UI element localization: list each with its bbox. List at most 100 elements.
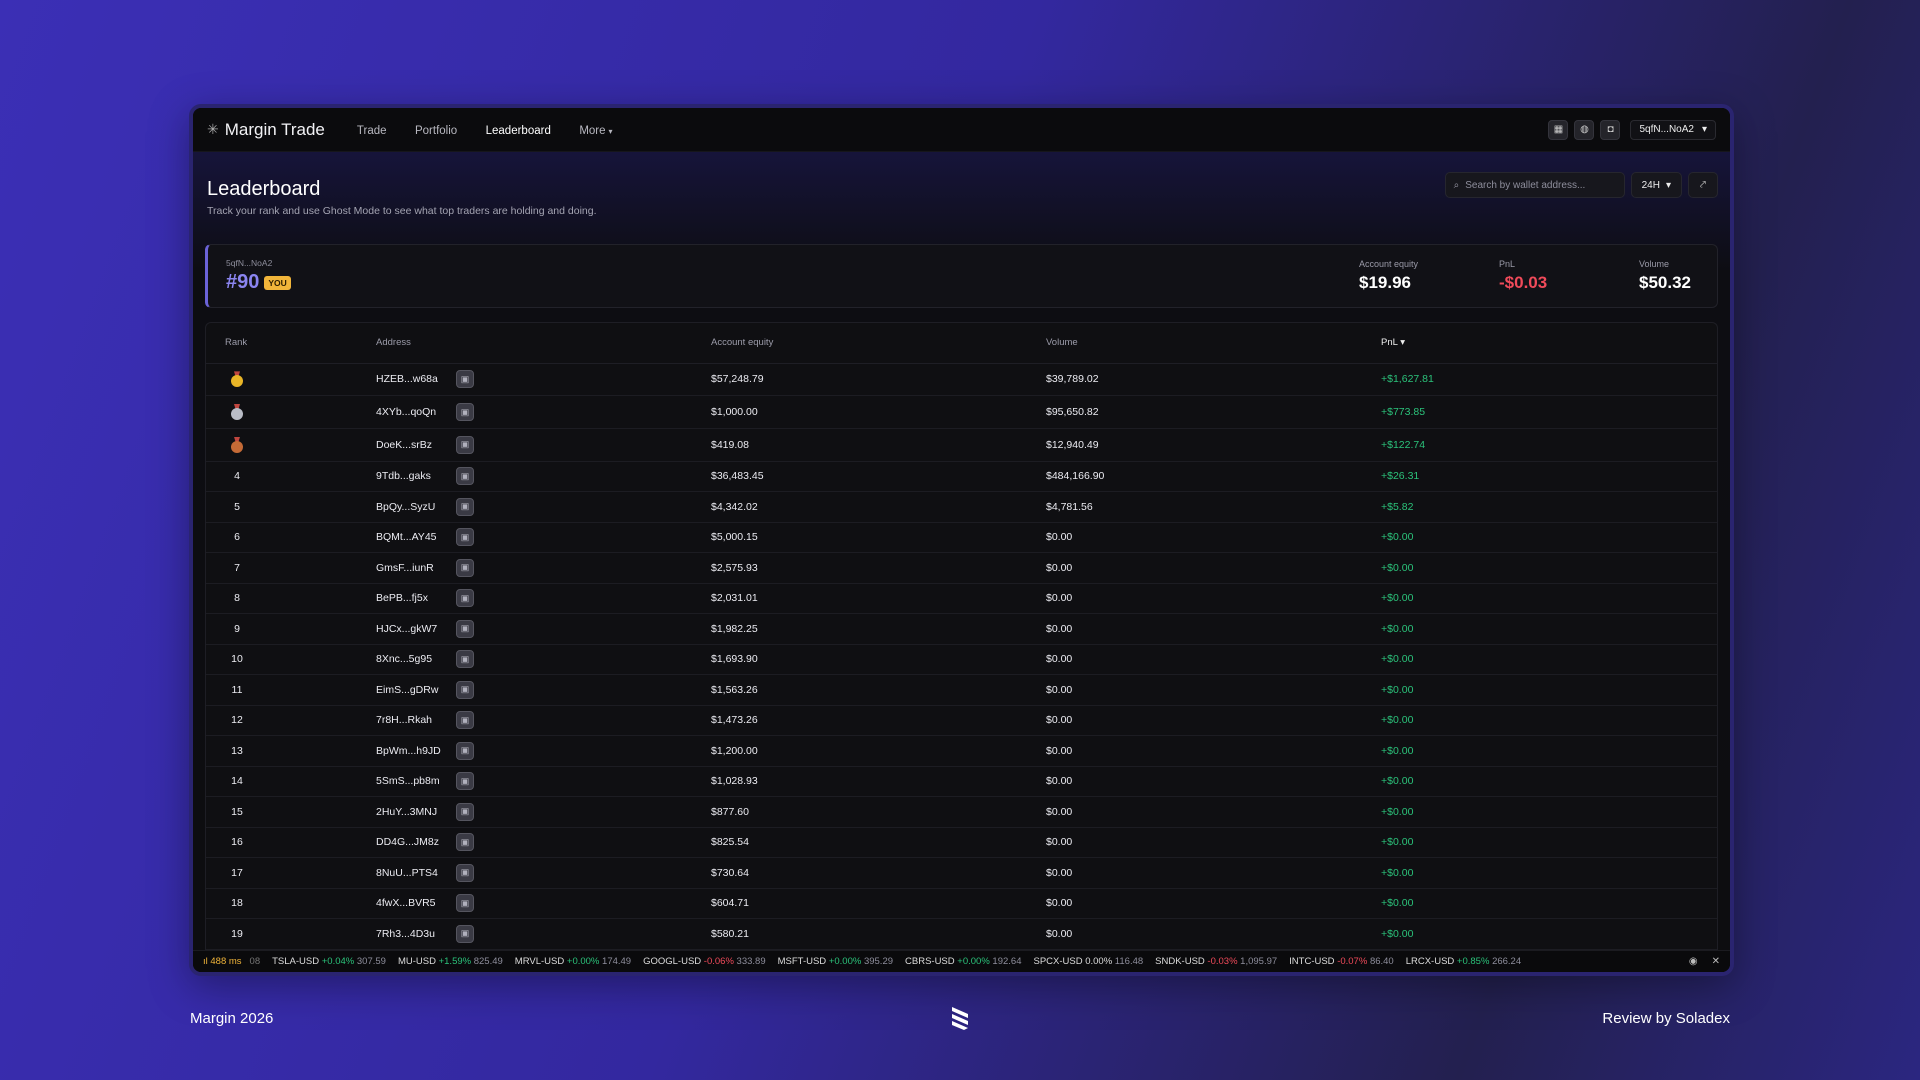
table-row[interactable]: DoeK...srBz ▣ $419.08 $12,940.49 +$122.7… [206,428,1717,462]
table-row[interactable]: 10 8Xnc...5g95 ▣ $1,693.90 $0.00 +$0.00 [206,644,1717,676]
brand[interactable]: ✳ Margin Trade [207,120,325,140]
wallet-address[interactable]: 8NuU...PTS4 [376,867,456,879]
ticker-item[interactable]: SPCX-USD 0.00% 116.48 [1033,956,1143,967]
gold-medal-icon [231,371,243,388]
ticker-item[interactable]: TSLA-USD +0.04% 307.59 [272,956,386,967]
ticker-item[interactable]: MU-USD +1.59% 825.49 [398,956,503,967]
period-select[interactable]: 24H ▾ [1630,172,1682,198]
ghost-mode-icon[interactable]: ▣ [456,467,474,486]
table-row[interactable]: 11 EimS...gDRw ▣ $1,563.26 $0.00 +$0.00 [206,674,1717,706]
ghost-mode-icon[interactable]: ▣ [456,680,474,699]
wallet-address[interactable]: 7Rh3...4D3u [376,928,456,940]
ticker-item[interactable]: MRVL-USD +0.00% 174.49 [515,956,631,967]
nav-portfolio[interactable]: Portfolio [415,125,457,137]
wallet-address[interactable]: HZEB...w68a [376,373,456,385]
ticker-change: +0.04% [321,956,355,967]
your-address: 5qfN...NoA2 [226,258,273,268]
ghost-mode-icon[interactable]: ▣ [456,711,474,730]
table-row[interactable]: 17 8NuU...PTS4 ▣ $730.64 $0.00 +$0.00 [206,857,1717,889]
globe-icon[interactable]: ◍ [1574,119,1595,140]
table-row[interactable]: 4XYb...qoQn ▣ $1,000.00 $95,650.82 +$773… [206,395,1717,429]
ghost-mode-icon[interactable]: ▣ [456,863,474,882]
table-row[interactable]: 14 5SmS...pb8m ▣ $1,028.93 $0.00 +$0.00 [206,766,1717,798]
ghost-mode-icon[interactable]: ▣ [456,497,474,516]
ghost-mode-icon[interactable]: ▣ [456,370,474,389]
wallet-address[interactable]: 5SmS...pb8m [376,775,456,787]
wallet-address[interactable]: 4XYb...qoQn [376,406,456,418]
wallet-address[interactable]: GmsF...iunR [376,562,456,574]
equity-cell: $1,000.00 [711,395,1046,429]
ticker-item[interactable]: CBRS-USD +0.00% 192.64 [905,956,1021,967]
rank-cell: 6 [206,522,376,554]
header-equity: Account equity [711,323,1046,364]
nav-trade[interactable]: Trade [357,125,387,137]
table-row[interactable]: HZEB...w68a ▣ $57,248.79 $39,789.02 +$1,… [206,363,1717,397]
table-row[interactable]: 9 HJCx...gkW7 ▣ $1,982.25 $0.00 +$0.00 [206,613,1717,645]
ticker-item[interactable]: GOOGL-USD -0.06% 333.89 [643,956,766,967]
table-row[interactable]: 7 GmsF...iunR ▣ $2,575.93 $0.00 +$0.00 [206,552,1717,584]
ticker-item[interactable]: MSFT-USD +0.00% 395.29 [778,956,893,967]
ghost-mode-icon[interactable]: ▣ [456,772,474,791]
wallet-address[interactable]: DoeK...srBz [376,439,456,451]
rank-cell [206,395,376,429]
wallet-address[interactable]: 7r8H...Rkah [376,714,456,726]
ghost-mode-icon[interactable]: ▣ [456,528,474,547]
table-row[interactable]: 8 BePB...fj5x ▣ $2,031.01 $0.00 +$0.00 [206,583,1717,615]
discord-icon[interactable]: ◉ [1689,956,1698,967]
wallet-address[interactable]: DD4G...JM8z [376,836,456,848]
sparkle-logo-icon: ✳ [207,121,219,137]
calendar-icon[interactable]: ▦ [1548,119,1569,140]
ghost-mode-icon[interactable]: ▣ [456,619,474,638]
ghost-mode-icon[interactable]: ▣ [456,403,474,422]
ghost-mode-icon[interactable]: ▣ [456,741,474,760]
bronze-medal-icon [231,436,243,453]
wallet-address[interactable]: BpQy...SyzU [376,501,456,513]
table-row[interactable]: 18 4fwX...BVR5 ▣ $604.71 $0.00 +$0.00 [206,888,1717,920]
ghost-mode-icon[interactable]: ▣ [456,589,474,608]
equity-cell: $825.54 [711,827,1046,859]
ghost-mode-icon[interactable]: ▣ [456,802,474,821]
ghost-mode-icon[interactable]: ▣ [456,650,474,669]
address-cell: 5SmS...pb8m ▣ [376,766,711,798]
x-icon[interactable]: ✕ [1712,956,1720,967]
nav-leaderboard[interactable]: Leaderboard [486,125,551,137]
price-ticker: ıl 488 ms 08 TSLA-USD +0.04% 307.59 MU-US… [193,950,1730,972]
wallet-address[interactable]: 4fwX...BVR5 [376,897,456,909]
wallet-address[interactable]: BpWm...h9JD [376,745,456,757]
table-row[interactable]: 19 7Rh3...4D3u ▣ $580.21 $0.00 +$0.00 [206,918,1717,950]
ghost-mode-icon[interactable]: ▣ [456,833,474,852]
ghost-mode-icon[interactable]: ▣ [456,435,474,454]
table-row[interactable]: 6 BQMt...AY45 ▣ $5,000.15 $0.00 +$0.00 [206,522,1717,554]
header-pnl-sort[interactable]: PnL ▾ [1381,323,1717,364]
ticker-item[interactable]: LRCX-USD +0.85% 266.24 [1406,956,1521,967]
wallet-address[interactable]: EimS...gDRw [376,684,456,696]
ticker-price: 192.64 [992,956,1022,967]
wallet-address[interactable]: 2HuY...3MNJ [376,806,456,818]
table-row[interactable]: 15 2HuY...3MNJ ▣ $877.60 $0.00 +$0.00 [206,796,1717,828]
address-cell: DD4G...JM8z ▣ [376,827,711,859]
wallet-address[interactable]: 8Xnc...5g95 [376,653,456,665]
table-row[interactable]: 16 DD4G...JM8z ▣ $825.54 $0.00 +$0.00 [206,827,1717,859]
ticker-item[interactable]: INTC-USD -0.07% 86.40 [1289,956,1394,967]
nav-more[interactable]: More ▾ [579,125,612,137]
ghost-icon[interactable]: ◘ [1600,119,1621,140]
wallet-address[interactable]: HJCx...gkW7 [376,623,456,635]
ghost-mode-icon[interactable]: ▣ [456,894,474,913]
ghost-mode-icon[interactable]: ▣ [456,924,474,943]
wallet-button[interactable]: 5qfN...NoA2 ▾ [1630,119,1716,140]
table-row[interactable]: 4 9Tdb...gaks ▣ $36,483.45 $484,166.90 +… [206,461,1717,493]
ticker-price: 825.49 [473,956,503,967]
wallet-address[interactable]: BePB...fj5x [376,592,456,604]
wallet-address[interactable]: 9Tdb...gaks [376,470,456,482]
search-input[interactable] [1465,179,1606,191]
share-icon[interactable]: ⤤ [1688,172,1718,198]
table-row[interactable]: 13 BpWm...h9JD ▣ $1,200.00 $0.00 +$0.00 [206,735,1717,767]
table-row[interactable]: 5 BpQy...SyzU ▣ $4,342.02 $4,781.56 +$5.… [206,491,1717,523]
wallet-address[interactable]: BQMt...AY45 [376,531,456,543]
table-row[interactable]: 12 7r8H...Rkah ▣ $1,473.26 $0.00 +$0.00 [206,705,1717,737]
ghost-mode-icon[interactable]: ▣ [456,558,474,577]
ticker-price: 333.89 [736,956,766,967]
ticker-item[interactable]: SNDK-USD -0.03% 1,095.97 [1155,956,1277,967]
ticker-symbol: MU-USD [397,956,436,967]
volume-label: Volume [1639,259,1670,269]
